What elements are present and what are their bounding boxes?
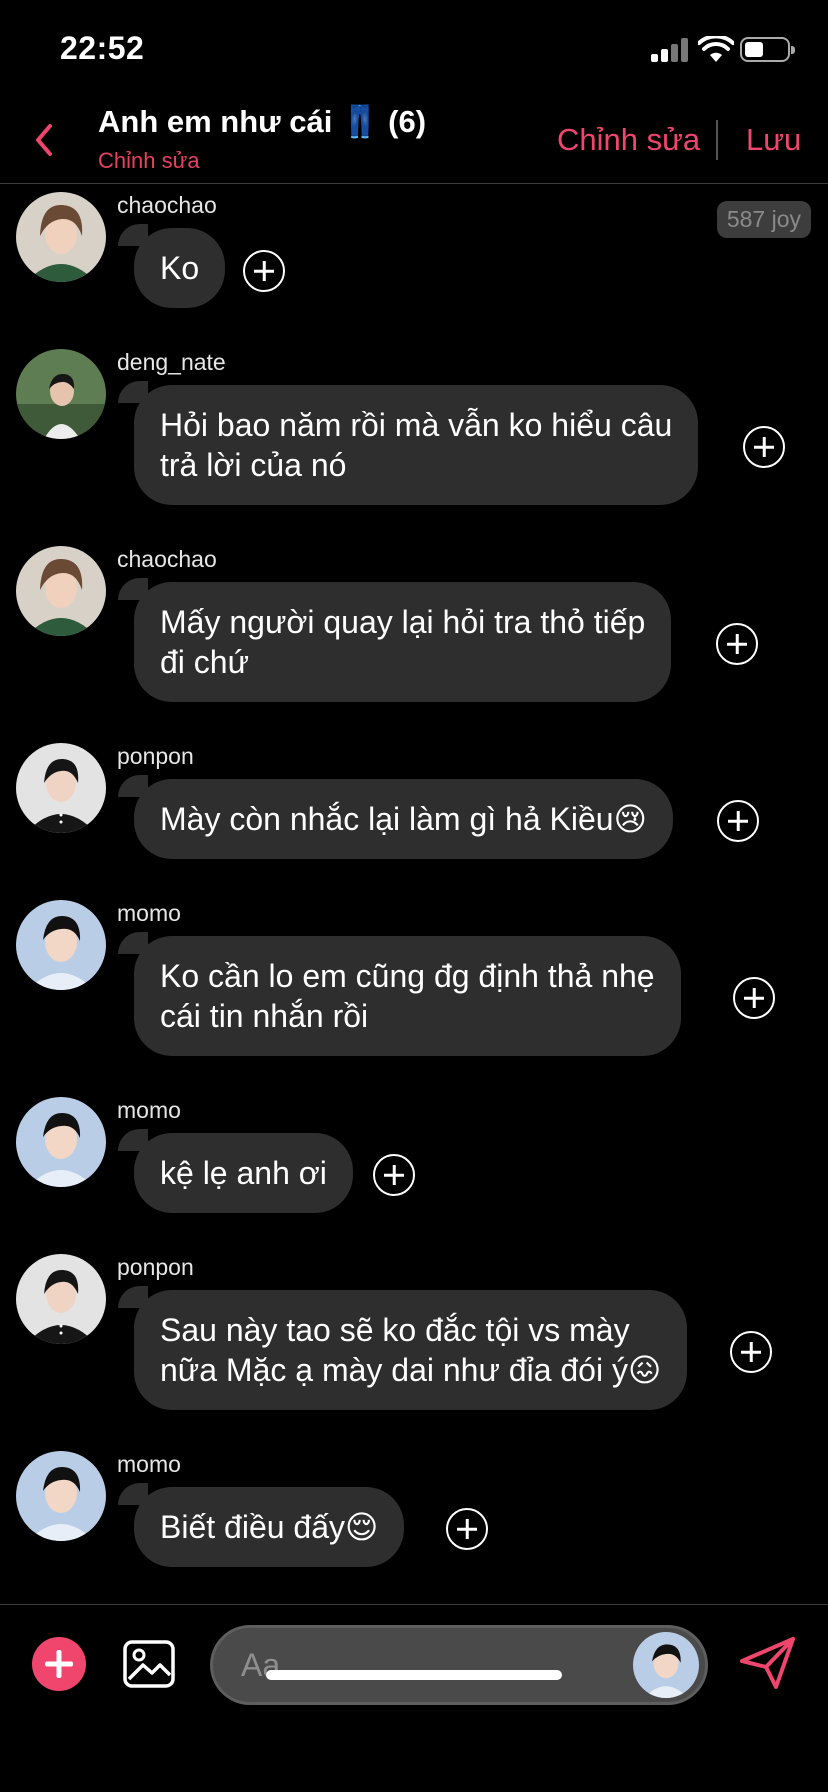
- sender-name: momo: [117, 900, 181, 926]
- composer-bar: [0, 1604, 828, 1792]
- save-button[interactable]: Lưu: [746, 122, 801, 158]
- message-input[interactable]: [241, 1628, 611, 1702]
- add-reaction-button[interactable]: [243, 250, 285, 292]
- sender-name: ponpon: [117, 1254, 194, 1280]
- battery-level: [745, 42, 764, 57]
- message-bubble[interactable]: Ko cần lo em cũng đg định thả nhẹ cái ti…: [134, 936, 681, 1056]
- header-divider: [716, 120, 718, 160]
- status-bar: 22:52: [0, 0, 828, 100]
- message-bubble[interactable]: Sau này tao sẽ ko đắc tội vs mày nữa Mặc…: [134, 1290, 688, 1410]
- sender-name: deng_nate: [117, 349, 226, 375]
- gallery-icon[interactable]: [122, 1639, 176, 1689]
- momo-avatar[interactable]: [16, 1451, 106, 1541]
- momo-avatar[interactable]: [16, 1097, 106, 1187]
- add-attachment-button[interactable]: [32, 1637, 86, 1691]
- message-bubble[interactable]: Mấy người quay lại hỏi tra thỏ tiếp đi c…: [134, 582, 672, 702]
- deng-nate-avatar[interactable]: [16, 349, 106, 439]
- message-bubble[interactable]: Ko: [134, 228, 226, 308]
- message-bubble[interactable]: Biết điều đấy😌: [134, 1487, 405, 1567]
- message-text: Biết điều đấy😌: [160, 1509, 379, 1545]
- message-bubble[interactable]: Hỏi bao năm rồi mà vẫn ko hiểu câu trả l…: [134, 385, 699, 505]
- message-text: Mấy người quay lại hỏi tra thỏ tiếp đi c…: [160, 604, 646, 680]
- sender-name: chaochao: [117, 192, 217, 218]
- momo-avatar[interactable]: [16, 900, 106, 990]
- joy-badge: 587 joy: [716, 201, 811, 238]
- status-time: 22:52: [60, 30, 145, 66]
- message-text: kệ lẹ anh ơi: [160, 1155, 327, 1191]
- chat-title-group[interactable]: Anh em như cái 👖 (6) Chỉnh sửa: [98, 100, 426, 176]
- chat-subtitle: Chỉnh sửa: [98, 148, 200, 173]
- sender-name: momo: [117, 1451, 181, 1477]
- sender-name: chaochao: [117, 546, 217, 572]
- chaochao-avatar[interactable]: [16, 192, 106, 282]
- add-reaction-button[interactable]: [733, 977, 775, 1019]
- add-reaction-button[interactable]: [373, 1154, 415, 1196]
- chaochao-avatar[interactable]: [16, 546, 106, 636]
- cellular-signal-icon: [651, 38, 689, 62]
- message-text: Mày còn nhắc lại làm gì hả Kiều😢: [160, 801, 647, 837]
- add-reaction-button[interactable]: [743, 426, 785, 468]
- message-bubble[interactable]: kệ lẹ anh ơi: [134, 1133, 353, 1213]
- edit-button[interactable]: Chỉnh sửa: [557, 122, 700, 158]
- wifi-icon: [698, 36, 734, 62]
- add-reaction-button[interactable]: [716, 623, 758, 665]
- message-text: Ko: [160, 250, 200, 286]
- message-bubble[interactable]: Mày còn nhắc lại làm gì hả Kiều😢: [134, 779, 673, 859]
- chat-header: Anh em như cái 👖 (6) Chỉnh sửa Chỉnh sửa…: [0, 100, 828, 184]
- send-icon[interactable]: [738, 1635, 798, 1691]
- sender-name: ponpon: [117, 743, 194, 769]
- add-reaction-button[interactable]: [717, 800, 759, 842]
- home-indicator: [266, 1670, 562, 1680]
- message-text: Sau này tao sẽ ko đắc tội vs mày nữa Mặc…: [160, 1312, 662, 1388]
- message-input-wrap[interactable]: [210, 1625, 708, 1705]
- sender-name: momo: [117, 1097, 181, 1123]
- battery-icon: [740, 37, 795, 62]
- add-reaction-button[interactable]: [730, 1331, 772, 1373]
- sticker-avatar-icon[interactable]: [633, 1632, 699, 1698]
- message-text: Ko cần lo em cũng đg định thả nhẹ cái ti…: [160, 958, 655, 1034]
- ponpon-avatar[interactable]: [16, 743, 106, 833]
- back-button[interactable]: [28, 120, 62, 160]
- chat-title: Anh em như cái 👖 (6): [98, 104, 427, 139]
- add-reaction-button[interactable]: [446, 1508, 488, 1550]
- ponpon-avatar[interactable]: [16, 1254, 106, 1344]
- message-text: Hỏi bao năm rồi mà vẫn ko hiểu câu trả l…: [160, 407, 673, 483]
